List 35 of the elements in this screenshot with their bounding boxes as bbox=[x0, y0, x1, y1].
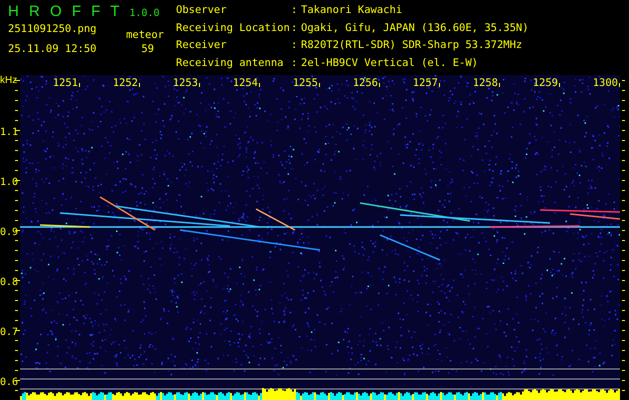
date-time: 25.11.09 12:50 bbox=[8, 43, 97, 55]
separator: : bbox=[291, 40, 298, 53]
x-axis-label: 1300 bbox=[592, 77, 618, 89]
station-value: R820T2(RTL-SDR) SDR-Sharp 53.372MHz bbox=[301, 40, 524, 53]
separator: : bbox=[291, 58, 298, 70]
station-value: 2el-HB9CV Vertical (el. E-W) bbox=[301, 58, 480, 70]
x-axis-label: 1251 bbox=[52, 77, 78, 89]
separator: : bbox=[291, 22, 298, 36]
x-axis-label: 1259 bbox=[532, 77, 558, 89]
y-axis-unit: kHz bbox=[0, 75, 18, 86]
app-version: 1.0.0 bbox=[129, 8, 160, 19]
y-axis-label: 0.9 bbox=[0, 227, 18, 238]
count-label: meteor bbox=[126, 29, 164, 41]
x-axis-label: 1254 bbox=[232, 77, 258, 89]
x-axis-label: 1258 bbox=[472, 77, 498, 89]
x-axis-label: 1253 bbox=[172, 77, 198, 89]
separator: : bbox=[291, 5, 298, 18]
y-axis-label: 0.8 bbox=[0, 277, 18, 288]
y-axis-label: 0.7 bbox=[0, 327, 18, 338]
y-axis-label: 0.6 bbox=[0, 377, 18, 388]
x-axis-label: 1257 bbox=[412, 77, 438, 89]
station-value: Ogaki, Gifu, JAPAN (136.60E, 35.35N) bbox=[301, 22, 529, 36]
station-value: Takanori Kawachi bbox=[301, 5, 404, 18]
station-label: Receiver bbox=[176, 40, 228, 53]
app-name: H R O F F T bbox=[8, 3, 120, 20]
y-axis-label: 1.1 bbox=[0, 127, 18, 138]
count-value: 59 bbox=[141, 43, 155, 55]
x-axis-label: 1256 bbox=[352, 77, 378, 89]
station-label: Observer bbox=[176, 5, 228, 18]
y-axis-label: 1.0 bbox=[0, 177, 18, 188]
station-label: Receiving Location bbox=[176, 22, 291, 36]
file-name: 2511091250.png bbox=[8, 23, 97, 37]
x-axis-label: 1252 bbox=[112, 77, 138, 89]
x-axis-label: 1255 bbox=[292, 77, 318, 89]
station-label: Receiving antenna bbox=[176, 58, 284, 70]
